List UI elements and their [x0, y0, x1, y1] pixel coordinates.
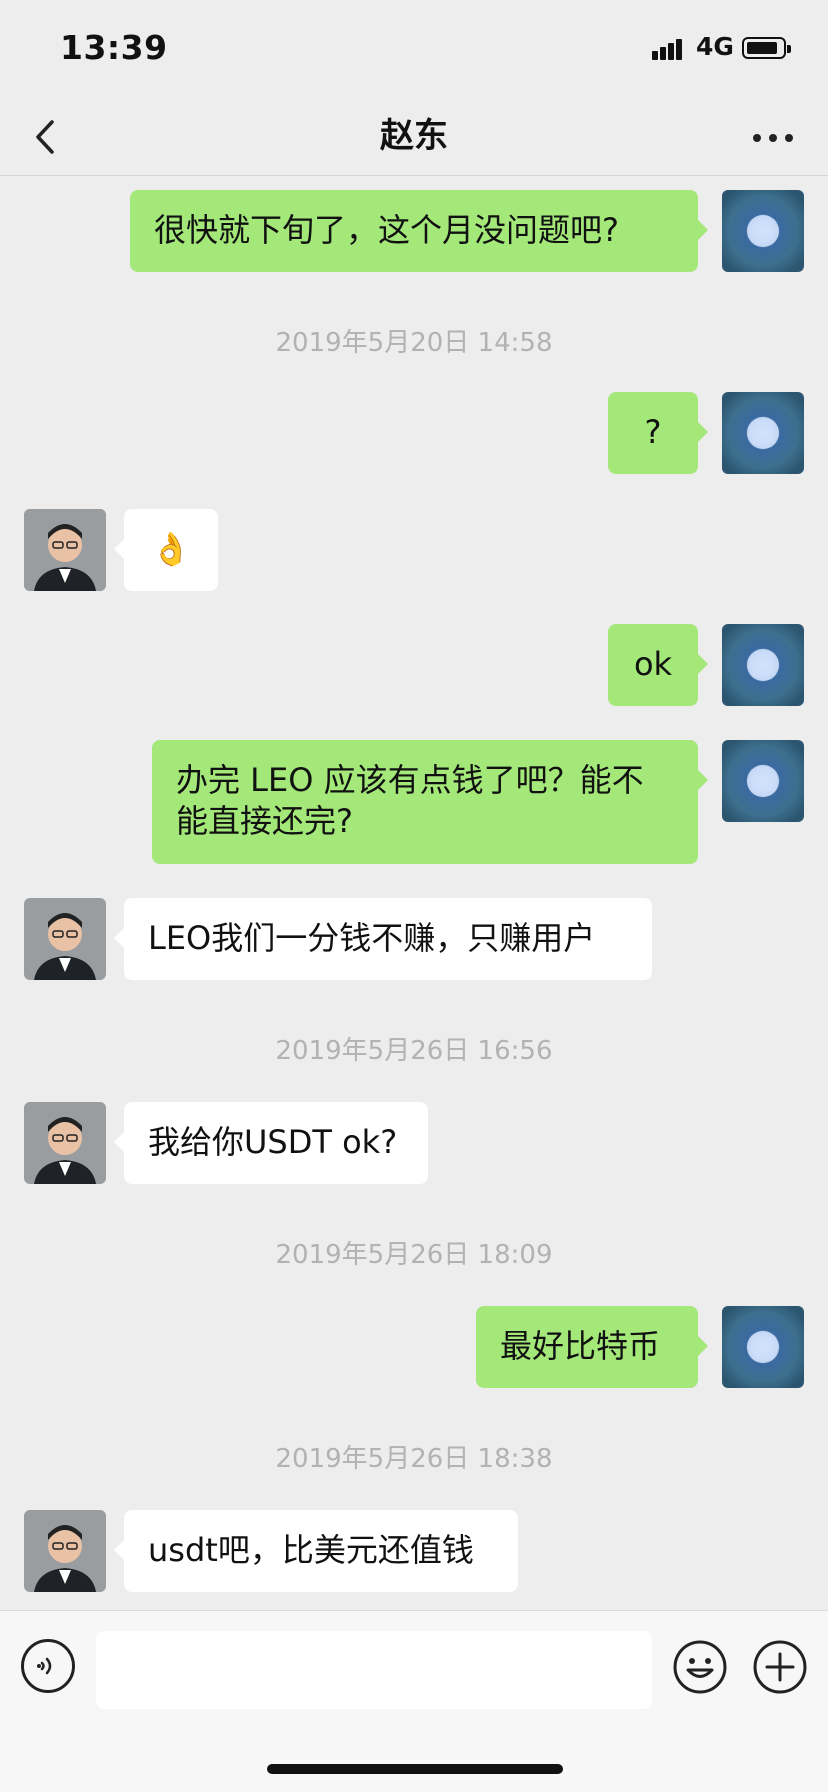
- emoji-button[interactable]: [672, 1639, 728, 1695]
- network-label: 4G: [696, 32, 734, 61]
- message-text: 最好比特币: [500, 1327, 661, 1365]
- more-actions-button[interactable]: [752, 1639, 808, 1695]
- contact-avatar[interactable]: [24, 509, 106, 591]
- message-bubble-received[interactable]: 👌: [114, 509, 218, 591]
- my-avatar[interactable]: [722, 1306, 804, 1388]
- chat-title: 赵东: [380, 116, 448, 156]
- message-bubble-sent[interactable]: 最好比特币: [476, 1306, 708, 1388]
- timestamp: 2019年5月20日 14:58: [275, 328, 553, 358]
- message-bubble-sent[interactable]: ?: [608, 392, 708, 474]
- voice-button[interactable]: [21, 1639, 75, 1693]
- message-text: 我给你USDT ok?: [148, 1123, 398, 1161]
- more-options-button[interactable]: [745, 114, 805, 160]
- chat-header: 赵东: [0, 100, 828, 176]
- signal-icon: [652, 38, 690, 60]
- message-bubble-received[interactable]: LEO我们一分钱不赚，只赚用户: [114, 898, 652, 980]
- home-indicator: [267, 1764, 563, 1774]
- plus-icon: [753, 1640, 807, 1694]
- contact-avatar[interactable]: [24, 1510, 106, 1592]
- timestamp: 2019年5月26日 18:09: [275, 1240, 553, 1270]
- message-text: LEO我们一分钱不赚，只赚用户: [148, 919, 596, 957]
- message-bubble-sent[interactable]: ok: [608, 624, 708, 706]
- message-text: 很快就下旬了，这个月没问题吧?: [154, 211, 619, 249]
- message-text: 办完 LEO 应该有点钱了吧？能不能直接还完?: [176, 761, 644, 840]
- my-avatar[interactable]: [722, 392, 804, 474]
- status-time: 13:39: [60, 28, 168, 67]
- my-avatar[interactable]: [722, 190, 804, 272]
- ok-hand-emoji: 👌: [151, 530, 191, 568]
- voice-icon: [37, 1657, 52, 1675]
- timestamp: 2019年5月26日 18:38: [275, 1444, 553, 1474]
- message-input[interactable]: [96, 1631, 652, 1709]
- message-bubble-sent[interactable]: 很快就下旬了，这个月没问题吧?: [130, 190, 708, 272]
- message-text: ?: [644, 413, 662, 451]
- emoji-icon: [673, 1640, 727, 1694]
- message-bubble-sent[interactable]: 办完 LEO 应该有点钱了吧？能不能直接还完?: [152, 740, 708, 864]
- contact-avatar[interactable]: [24, 898, 106, 980]
- timestamp: 2019年5月26日 16:56: [275, 1036, 553, 1066]
- message-bubble-received[interactable]: 我给你USDT ok?: [114, 1102, 428, 1184]
- message-text: ok: [633, 645, 673, 683]
- my-avatar[interactable]: [722, 624, 804, 706]
- message-text: usdt吧，比美元还值钱: [148, 1531, 474, 1569]
- message-bubble-received[interactable]: usdt吧，比美元还值钱: [114, 1510, 518, 1592]
- my-avatar[interactable]: [722, 740, 804, 822]
- battery-icon: [742, 37, 791, 59]
- status-bar: 13:39 4G: [0, 0, 828, 100]
- message-list[interactable]: 很快就下旬了，这个月没问题吧? 2019年5月20日 14:58 ? 👌 ok: [0, 176, 828, 1610]
- contact-avatar[interactable]: [24, 1102, 106, 1184]
